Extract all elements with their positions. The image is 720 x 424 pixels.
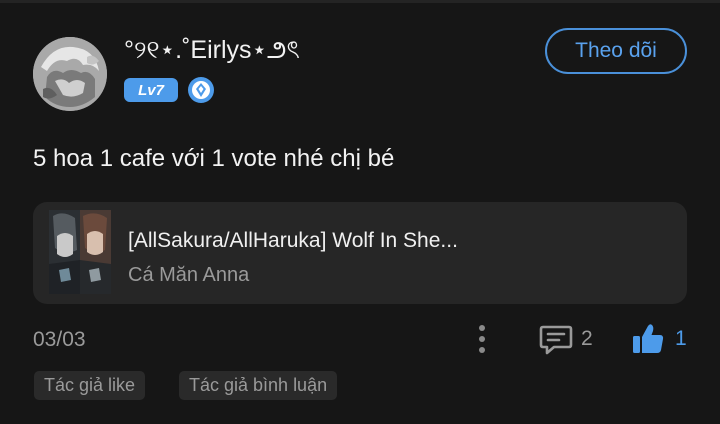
avatar[interactable] [33, 37, 107, 111]
tag-author-liked: Tác giả like [34, 371, 146, 400]
story-cover-image [49, 210, 111, 294]
like-button[interactable]: 1 [631, 321, 687, 357]
comment-icon [539, 325, 573, 355]
comment-text: 5 hoa 1 cafe với 1 vote nhé chị bé [33, 145, 395, 172]
story-author[interactable]: Cá Măn Anna [128, 261, 249, 289]
follow-button[interactable]: Theo dõi [545, 28, 687, 74]
story-title[interactable]: [AllSakura/AllHaruka] Wolf In She... [128, 227, 458, 255]
avatar-image [33, 37, 107, 111]
comment-card: °୨୧⋆.˚Eirlys⋆౨ৎ Lv7 Theo dõi 5 hoa 1 caf… [0, 0, 720, 424]
reply-count: 2 [581, 327, 593, 350]
comment-date: 03/03 [33, 328, 86, 351]
like-count: 1 [675, 327, 687, 350]
tag-author-commented: Tác giả bình luận [179, 371, 338, 400]
reply-button[interactable]: 2 [539, 321, 593, 357]
level-badge: Lv7 [124, 78, 178, 102]
username[interactable]: °୨୧⋆.˚Eirlys⋆౨ৎ [124, 33, 300, 67]
verified-badge-icon [187, 76, 215, 104]
thumbs-up-icon [633, 324, 664, 353]
more-vertical-icon[interactable] [470, 323, 494, 355]
story-card[interactable]: [AllSakura/AllHaruka] Wolf In She... Cá … [33, 202, 687, 304]
